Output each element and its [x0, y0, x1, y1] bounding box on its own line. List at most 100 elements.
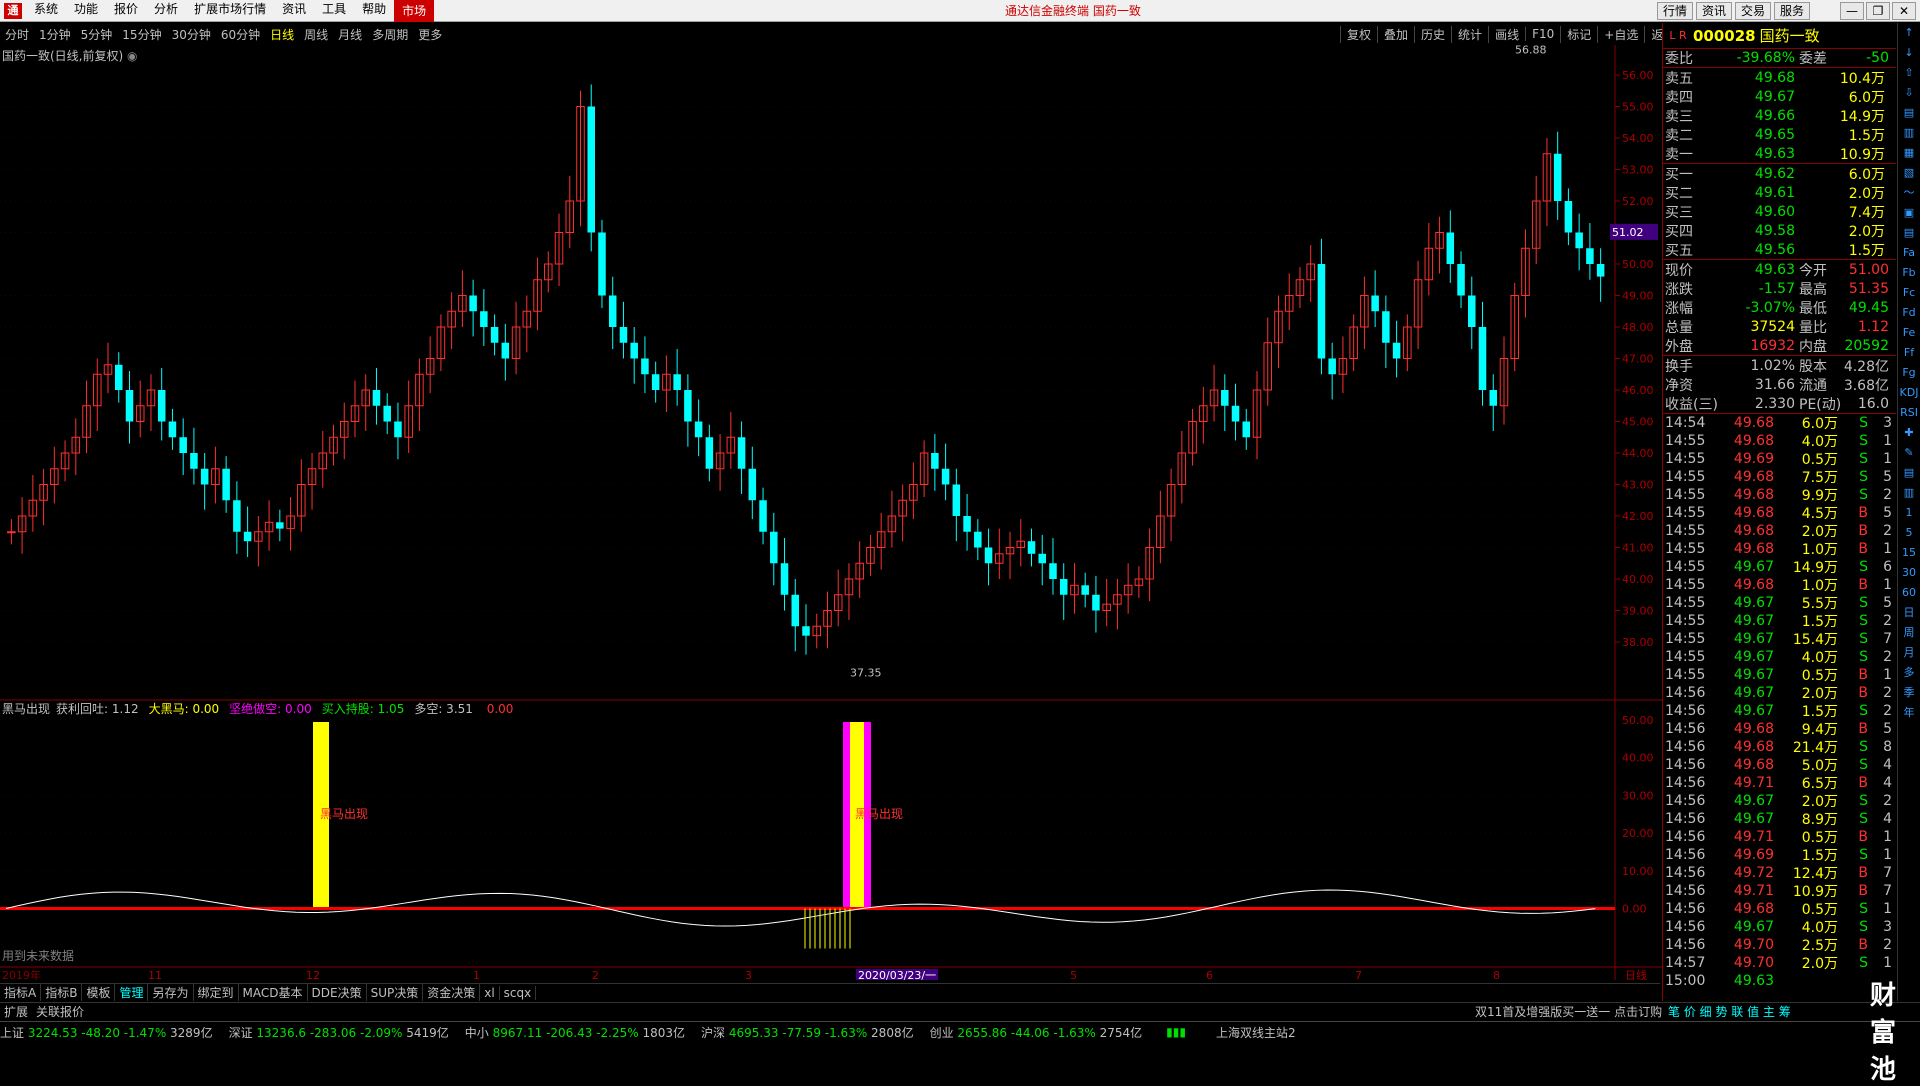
period-tab[interactable]: 更多 [413, 26, 447, 43]
top-button[interactable]: 行情 [1656, 1, 1693, 20]
menu-item[interactable]: 扩展市场行情 [186, 0, 274, 22]
side-tool-icon[interactable]: ▤ [1898, 103, 1920, 123]
side-tool-icon[interactable]: 30 [1898, 563, 1920, 583]
side-tool-icon[interactable]: ▧ [1898, 163, 1920, 183]
toolbar-button[interactable]: 叠加 [1377, 25, 1414, 43]
index-quote[interactable]: 上证 3224.53 -48.20 -1.47% 3289亿 [0, 1024, 213, 1041]
ext-label[interactable]: 扩展 [0, 1003, 32, 1020]
bottom-tab[interactable]: 管理 [115, 984, 149, 1001]
side-tool-icon[interactable]: 日 [1898, 603, 1920, 623]
server-name[interactable]: 上海双线主站2 [1216, 1024, 1296, 1041]
menu-item[interactable]: 分析 [146, 0, 186, 22]
order-price[interactable]: 49.66 [1725, 108, 1795, 124]
toolbar-button[interactable]: 复权 [1340, 25, 1377, 43]
period-tab[interactable]: 日线 [265, 26, 299, 43]
menu-item[interactable]: 资讯 [274, 0, 314, 22]
order-price[interactable]: 49.61 [1725, 185, 1795, 201]
side-tool-icon[interactable]: Ff [1898, 343, 1920, 363]
index-quote[interactable]: 沪深 4695.33 -77.59 -1.63% 2808亿 [701, 1024, 914, 1041]
menu-item[interactable]: 市场 [394, 0, 435, 22]
ad-link[interactable]: 双11首及增强版买一送一 点击订购 [1475, 1003, 1662, 1020]
side-tool-icon[interactable]: ▥ [1898, 483, 1920, 503]
side-tool-icon[interactable]: ▥ [1898, 123, 1920, 143]
period-tab[interactable]: 分时 [0, 26, 34, 43]
side-tool-icon[interactable]: ▣ [1898, 203, 1920, 223]
bottom-tab[interactable]: xl [480, 985, 500, 1000]
order-price[interactable]: 49.56 [1725, 242, 1795, 258]
index-quote[interactable]: 创业 2655.86 -44.06 -1.63% 2754亿 [930, 1024, 1143, 1041]
top-button[interactable]: 资讯 [1695, 1, 1732, 20]
bottom-tab[interactable]: scqx [500, 985, 537, 1000]
side-tool-icon[interactable]: ⇧ [1898, 63, 1920, 83]
side-tool-icon[interactable]: ▤ [1898, 223, 1920, 243]
toolbar-button[interactable]: 历史 [1414, 25, 1451, 43]
side-tool-icon[interactable]: Fb [1898, 263, 1920, 283]
side-tool-icon[interactable]: ↑ [1898, 23, 1920, 43]
period-tab[interactable]: 30分钟 [167, 26, 216, 43]
order-price[interactable]: 49.68 [1725, 70, 1795, 86]
index-quote[interactable]: 深证 13236.6 -283.06 -2.09% 5419亿 [229, 1024, 449, 1041]
side-tool-icon[interactable]: 60 [1898, 583, 1920, 603]
period-tab[interactable]: 月线 [333, 26, 367, 43]
side-tool-icon[interactable]: 1 [1898, 503, 1920, 523]
side-tool-icon[interactable]: ✎ [1898, 443, 1920, 463]
menu-item[interactable]: 报价 [106, 0, 146, 22]
top-button[interactable]: 服务 [1773, 1, 1810, 20]
menu-item[interactable]: 功能 [66, 0, 106, 22]
menu-item[interactable]: 工具 [314, 0, 354, 22]
side-tool-icon[interactable]: KDJ [1898, 383, 1920, 403]
bottom-tab[interactable]: 指标B [41, 984, 83, 1001]
bottom-tab[interactable]: 另存为 [148, 984, 194, 1001]
side-tool-icon[interactable]: 5 [1898, 523, 1920, 543]
menu-item[interactable]: 系统 [26, 0, 66, 22]
period-tab[interactable]: 多周期 [367, 26, 413, 43]
bottom-tab[interactable]: MACD基本 [239, 984, 308, 1001]
indicator-name[interactable]: 黑马出现 [2, 702, 50, 716]
order-price[interactable]: 49.67 [1725, 89, 1795, 105]
side-tool-icon[interactable]: 〜 [1898, 183, 1920, 203]
side-tool-icon[interactable]: 月 [1898, 643, 1920, 663]
top-button[interactable]: 交易 [1734, 1, 1771, 20]
side-tool-icon[interactable]: Fg [1898, 363, 1920, 383]
side-tool-icon[interactable]: Fc [1898, 283, 1920, 303]
tick-list[interactable]: 14:54 49.68 6.0万 S 3 14:55 49.68 4.0万 S 1 14:55 49.… [1663, 414, 1896, 990]
chart-settings-icon[interactable]: ◉ [127, 49, 137, 63]
order-price[interactable]: 49.60 [1725, 204, 1795, 220]
side-tool-icon[interactable]: ▦ [1898, 143, 1920, 163]
side-tool-icon[interactable]: ↓ [1898, 43, 1920, 63]
bottom-tab[interactable]: 模板 [82, 984, 116, 1001]
period-tab[interactable]: 60分钟 [216, 26, 265, 43]
side-tool-icon[interactable]: ✚ [1898, 423, 1920, 443]
bottom-tab[interactable]: SUP决策 [367, 984, 424, 1001]
restore-icon[interactable]: ❐ [1866, 1, 1890, 20]
side-tool-icon[interactable]: Fa [1898, 243, 1920, 263]
period-tab[interactable]: 15分钟 [117, 26, 166, 43]
side-tool-icon[interactable]: 周 [1898, 623, 1920, 643]
toolbar-button[interactable]: +自选 [1597, 25, 1644, 43]
minimize-icon[interactable]: — [1840, 1, 1864, 20]
order-price[interactable]: 49.63 [1725, 146, 1795, 162]
period-tab[interactable]: 5分钟 [76, 26, 118, 43]
order-price[interactable]: 49.65 [1725, 127, 1795, 143]
side-tool-icon[interactable]: Fe [1898, 323, 1920, 343]
order-price[interactable]: 49.62 [1725, 166, 1795, 182]
kline-chart[interactable]: 56.0055.0054.0053.0052.0051.0050.0049.00… [0, 45, 1662, 980]
menu-item[interactable]: 帮助 [354, 0, 394, 22]
side-tool-icon[interactable]: 年 [1898, 703, 1920, 723]
toolbar-button[interactable]: F10 [1525, 27, 1560, 41]
period-tab[interactable]: 1分钟 [34, 26, 76, 43]
toolbar-button[interactable]: 标记 [1560, 25, 1597, 43]
bottom-tab[interactable]: 指标A [0, 984, 42, 1001]
side-tool-icon[interactable]: ⇩ [1898, 83, 1920, 103]
panel-tabs[interactable]: 笔 价 细 势 联 值 主 筹 [1668, 1003, 1791, 1020]
side-tool-icon[interactable]: 15 [1898, 543, 1920, 563]
side-tool-icon[interactable]: RSI [1898, 403, 1920, 423]
close-icon[interactable]: ✕ [1892, 1, 1916, 20]
bottom-tab[interactable]: 绑定到 [194, 984, 239, 1001]
chart-area[interactable]: 56.0055.0054.0053.0052.0051.0050.0049.00… [0, 45, 1662, 980]
toolbar-button[interactable]: 统计 [1451, 25, 1488, 43]
related-quote-label[interactable]: 关联报价 [32, 1003, 88, 1020]
bottom-tab[interactable]: DDE决策 [308, 984, 367, 1001]
order-price[interactable]: 49.58 [1725, 223, 1795, 239]
index-quote[interactable]: 中小 8967.11 -206.43 -2.25% 1803亿 [465, 1024, 685, 1041]
